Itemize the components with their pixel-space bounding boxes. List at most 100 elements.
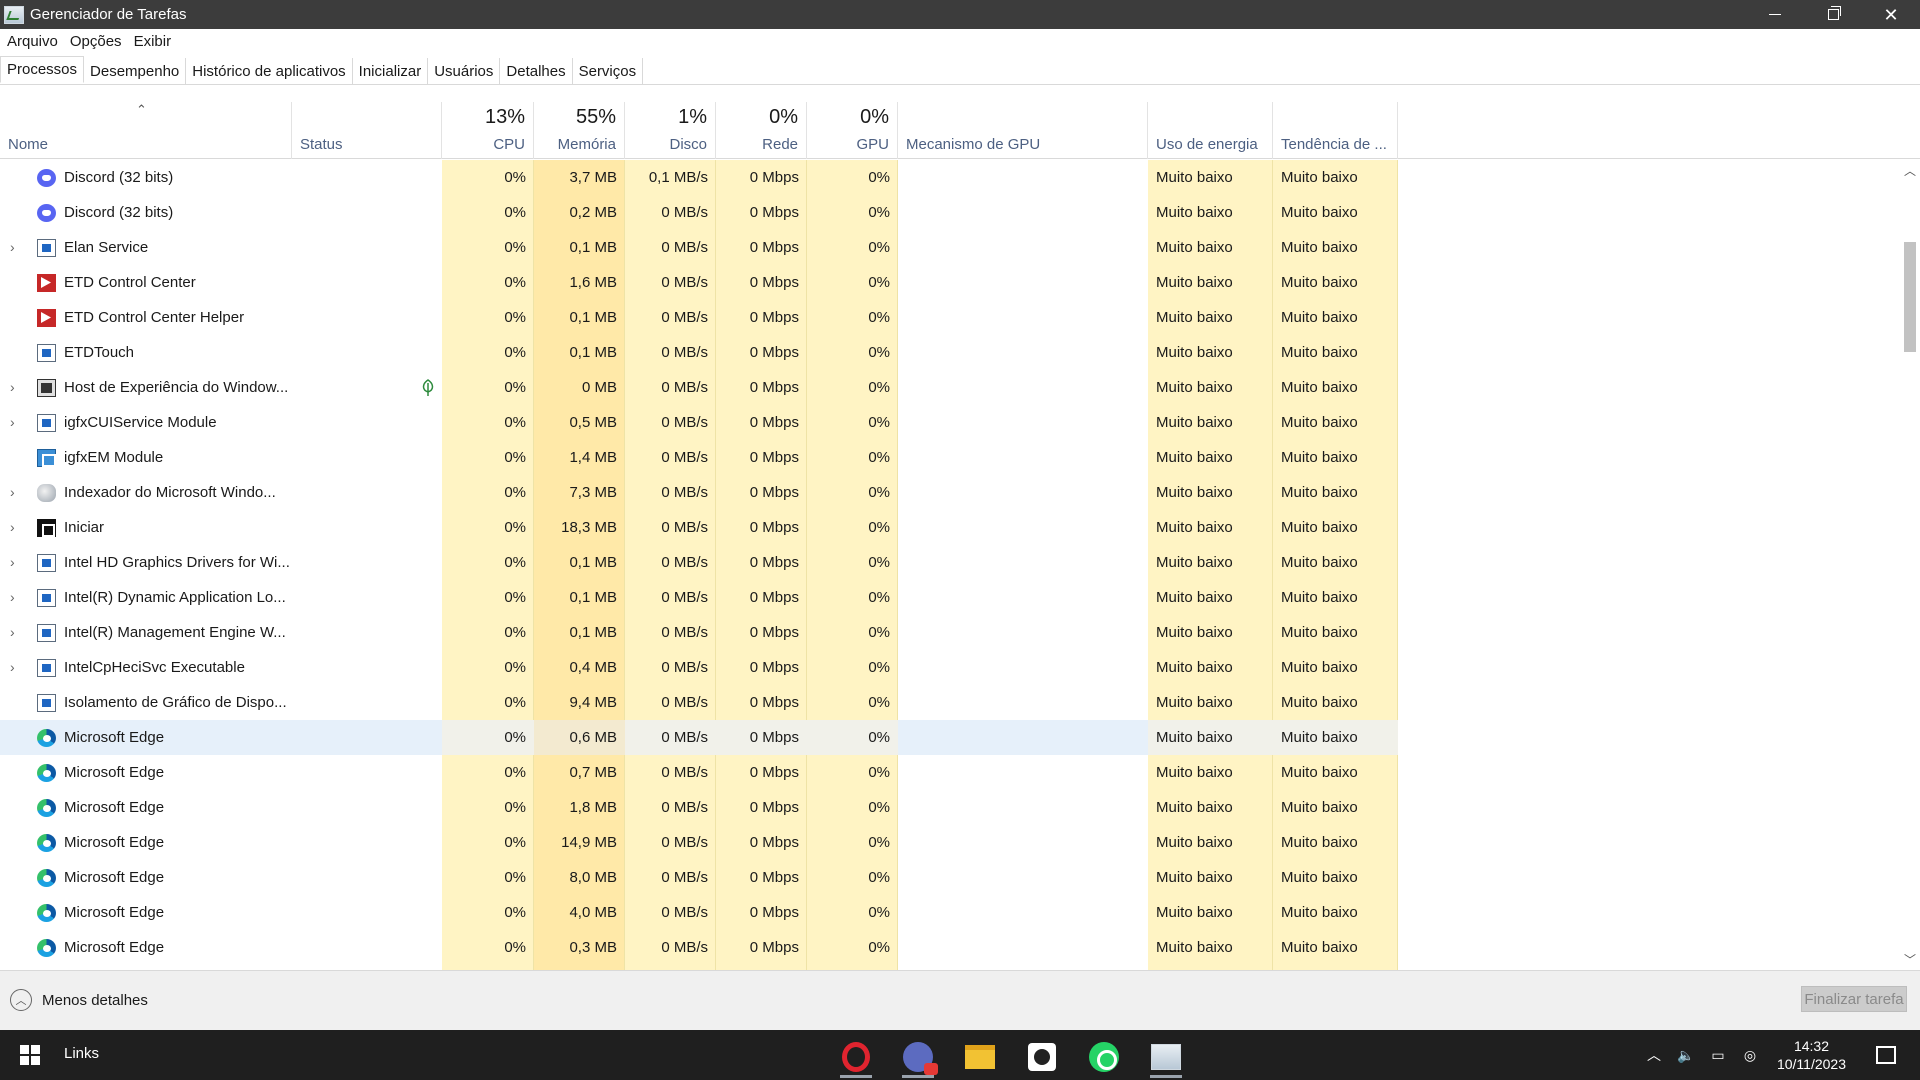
taskbar-app-whatsapp[interactable]	[1078, 1036, 1130, 1078]
chevron-right-icon[interactable]: ›	[10, 405, 22, 440]
table-row[interactable]: › igfxCUIService Module 0% 0,5 MB 0 MB/s 0 Mb…	[0, 405, 1900, 440]
column-header-power-trend[interactable]: Tendência de ...	[1273, 102, 1398, 159]
scroll-down-icon[interactable]: ﹀	[1900, 951, 1920, 968]
power-trend-cell: Muito baixo	[1281, 379, 1358, 396]
disk-cell: 0 MB/s	[661, 449, 708, 466]
table-row[interactable]: › Host de Experiência do Window... 0% 0 MB 0…	[0, 370, 1900, 405]
network-cell: 0 Mbps	[749, 904, 799, 921]
table-row[interactable]: igfxEM Module 0% 1,4 MB 0 MB/s 0 Mbps 0% Muito…	[0, 440, 1900, 475]
table-row[interactable]: Microsoft Edge 0% 1,8 MB 0 MB/s 0 Mbps 0% Muit…	[0, 790, 1900, 825]
tab-usuarios[interactable]: Usuários	[428, 58, 501, 84]
table-row[interactable]: Isolamento de Gráfico de Dispo... 0% 9,4 M…	[0, 685, 1900, 720]
tab-servicos[interactable]: Serviços	[572, 58, 644, 84]
column-header-power[interactable]: Uso de energia	[1148, 102, 1273, 159]
minimize-button[interactable]	[1746, 0, 1804, 29]
column-header-network[interactable]: 0% Rede	[716, 102, 807, 159]
power-usage-cell: Muito baixo	[1156, 449, 1233, 466]
battery-icon[interactable]: ▭	[1709, 1047, 1727, 1063]
tab-desempenho[interactable]: Desempenho	[84, 58, 187, 84]
edge-icon	[37, 799, 56, 817]
scrollbar-thumb[interactable]	[1904, 242, 1916, 352]
windows-start-icon[interactable]	[20, 1045, 40, 1065]
chevron-right-icon[interactable]: ›	[10, 510, 22, 545]
taskbar-app-chatgpt[interactable]	[1016, 1036, 1068, 1078]
network-cell: 0 Mbps	[749, 834, 799, 851]
table-row[interactable]: ETD Control Center 0% 1,6 MB 0 MB/s 0 Mbps 0%…	[0, 265, 1900, 300]
column-header-gpu[interactable]: 0% GPU	[807, 102, 898, 159]
column-header-memory[interactable]: 55% Memória	[534, 102, 625, 159]
disk-cell: 0 MB/s	[661, 274, 708, 291]
tab-historico-aplicativos[interactable]: Histórico de aplicativos	[186, 58, 353, 84]
clock[interactable]: 14:32 10/11/2023	[1777, 1037, 1846, 1073]
process-status-cell	[292, 510, 442, 545]
table-row[interactable]: Discord (32 bits) 0% 0,2 MB 0 MB/s 0 Mbps 0% M…	[0, 195, 1900, 230]
cpu-cell: 0%	[504, 239, 526, 256]
chevron-right-icon[interactable]: ›	[10, 615, 22, 650]
chevron-right-icon[interactable]: ›	[10, 230, 22, 265]
tab-detalhes[interactable]: Detalhes	[500, 58, 573, 84]
process-status-cell	[292, 440, 442, 475]
table-row[interactable]: Discord (32 bits) 0% 3,7 MB 0,1 MB/s 0 Mbps 0…	[0, 160, 1900, 195]
chevron-right-icon[interactable]: ›	[10, 545, 22, 580]
menu-arquivo[interactable]: Arquivo	[7, 33, 58, 50]
scroll-up-icon[interactable]: ︿	[1900, 162, 1920, 179]
column-header-disk[interactable]: 1% Disco	[625, 102, 716, 159]
restore-button[interactable]	[1804, 0, 1862, 29]
taskbar-app-task-manager[interactable]	[1140, 1036, 1192, 1078]
column-header-gpu-engine[interactable]: Mecanismo de GPU	[898, 102, 1148, 159]
menu-exibir[interactable]: Exibir	[134, 33, 172, 50]
table-row[interactable]: Microsoft Edge 0% 4,0 MB 0 MB/s 0 Mbps 0% Muit…	[0, 895, 1900, 930]
memory-cell: 0,1 MB	[569, 624, 617, 641]
close-button[interactable]: ✕	[1862, 0, 1920, 29]
vertical-scrollbar[interactable]: ︿ ﹀	[1900, 160, 1920, 970]
taskbar-app-file-explorer[interactable]	[954, 1036, 1006, 1078]
power-usage-cell: Muito baixo	[1156, 869, 1233, 886]
chevron-right-icon[interactable]: ›	[10, 475, 22, 510]
less-details-button[interactable]: ︿ Menos detalhes	[10, 989, 148, 1011]
power-trend-cell: Muito baixo	[1281, 239, 1358, 256]
process-name: Host de Experiência do Window...	[64, 379, 289, 396]
table-row[interactable]: › IntelCpHeciSvc Executable 0% 0,4 MB 0 MB/s…	[0, 650, 1900, 685]
table-row[interactable]: Microsoft Edge 0% 0,3 MB 0 MB/s 0 Mbps 0% Muit…	[0, 930, 1900, 965]
process-status-cell	[292, 160, 442, 195]
table-row[interactable]: Microsoft Edge 0% 0,6 MB 0 MB/s 0 Mbps 0% Muit…	[0, 720, 1900, 755]
memory-cell: 7,3 MB	[569, 484, 617, 501]
chevron-right-icon[interactable]: ›	[10, 580, 22, 615]
table-row[interactable]: › Intel(R) Management Engine W... 0% 0,1 MB…	[0, 615, 1900, 650]
table-row[interactable]: › Indexador do Microsoft Windo... 0% 7,3 MB…	[0, 475, 1900, 510]
chevron-up-icon[interactable]: ︿	[1645, 1047, 1663, 1063]
efficiency-mode-leaf-icon	[422, 379, 434, 396]
power-usage-cell: Muito baixo	[1156, 239, 1233, 256]
disk-cell: 0 MB/s	[661, 764, 708, 781]
tab-bar: Processos Desempenho Histórico de aplica…	[0, 56, 1920, 85]
table-row[interactable]: ETD Control Center Helper 0% 0,1 MB 0 MB/s 0…	[0, 300, 1900, 335]
column-header-name[interactable]: ⌃ Nome	[0, 102, 292, 159]
table-row[interactable]: Microsoft Edge 0% 14,9 MB 0 MB/s 0 Mbps 0% Mui…	[0, 825, 1900, 860]
table-row[interactable]: › Intel HD Graphics Drivers for Wi... 0% 0,…	[0, 545, 1900, 580]
chevron-right-icon[interactable]: ›	[10, 370, 22, 405]
table-row[interactable]: › Iniciar 0% 18,3 MB 0 MB/s 0 Mbps 0% Muito bai…	[0, 510, 1900, 545]
task-manager-icon	[4, 5, 24, 24]
table-row[interactable]: Microsoft Edge 0% 0,7 MB 0 MB/s 0 Mbps 0% Muit…	[0, 755, 1900, 790]
memory-cell: 0,1 MB	[569, 239, 617, 256]
power-usage-cell: Muito baixo	[1156, 169, 1233, 186]
taskbar-app-messenger[interactable]	[892, 1036, 944, 1078]
notification-center-icon[interactable]	[1876, 1046, 1896, 1064]
end-task-button[interactable]: Finalizar tarefa	[1801, 986, 1907, 1012]
column-header-cpu[interactable]: 13% CPU	[442, 102, 534, 159]
column-header-status[interactable]: Status	[292, 102, 442, 159]
disk-cell: 0 MB/s	[661, 624, 708, 641]
chevron-right-icon[interactable]: ›	[10, 650, 22, 685]
table-row[interactable]: › Elan Service 0% 0,1 MB 0 MB/s 0 Mbps 0% Muito…	[0, 230, 1900, 265]
table-row[interactable]: Microsoft Edge 0% 8,0 MB 0 MB/s 0 Mbps 0% Muit…	[0, 860, 1900, 895]
volume-icon[interactable]: 🔈	[1677, 1047, 1695, 1063]
gpu-cell: 0%	[868, 449, 890, 466]
menu-opcoes[interactable]: Opções	[70, 33, 122, 50]
table-row[interactable]: › Intel(R) Dynamic Application Lo... 0% 0,1…	[0, 580, 1900, 615]
table-row[interactable]: ETDTouch 0% 0,1 MB 0 MB/s 0 Mbps 0% Muito baix…	[0, 335, 1900, 370]
links-toolbar[interactable]: Links	[64, 1045, 99, 1062]
taskbar-app-opera[interactable]	[830, 1036, 882, 1078]
globe-network-icon[interactable]: ◎	[1741, 1047, 1759, 1063]
tab-processos[interactable]: Processos	[0, 56, 85, 83]
tab-inicializar[interactable]: Inicializar	[352, 58, 429, 84]
